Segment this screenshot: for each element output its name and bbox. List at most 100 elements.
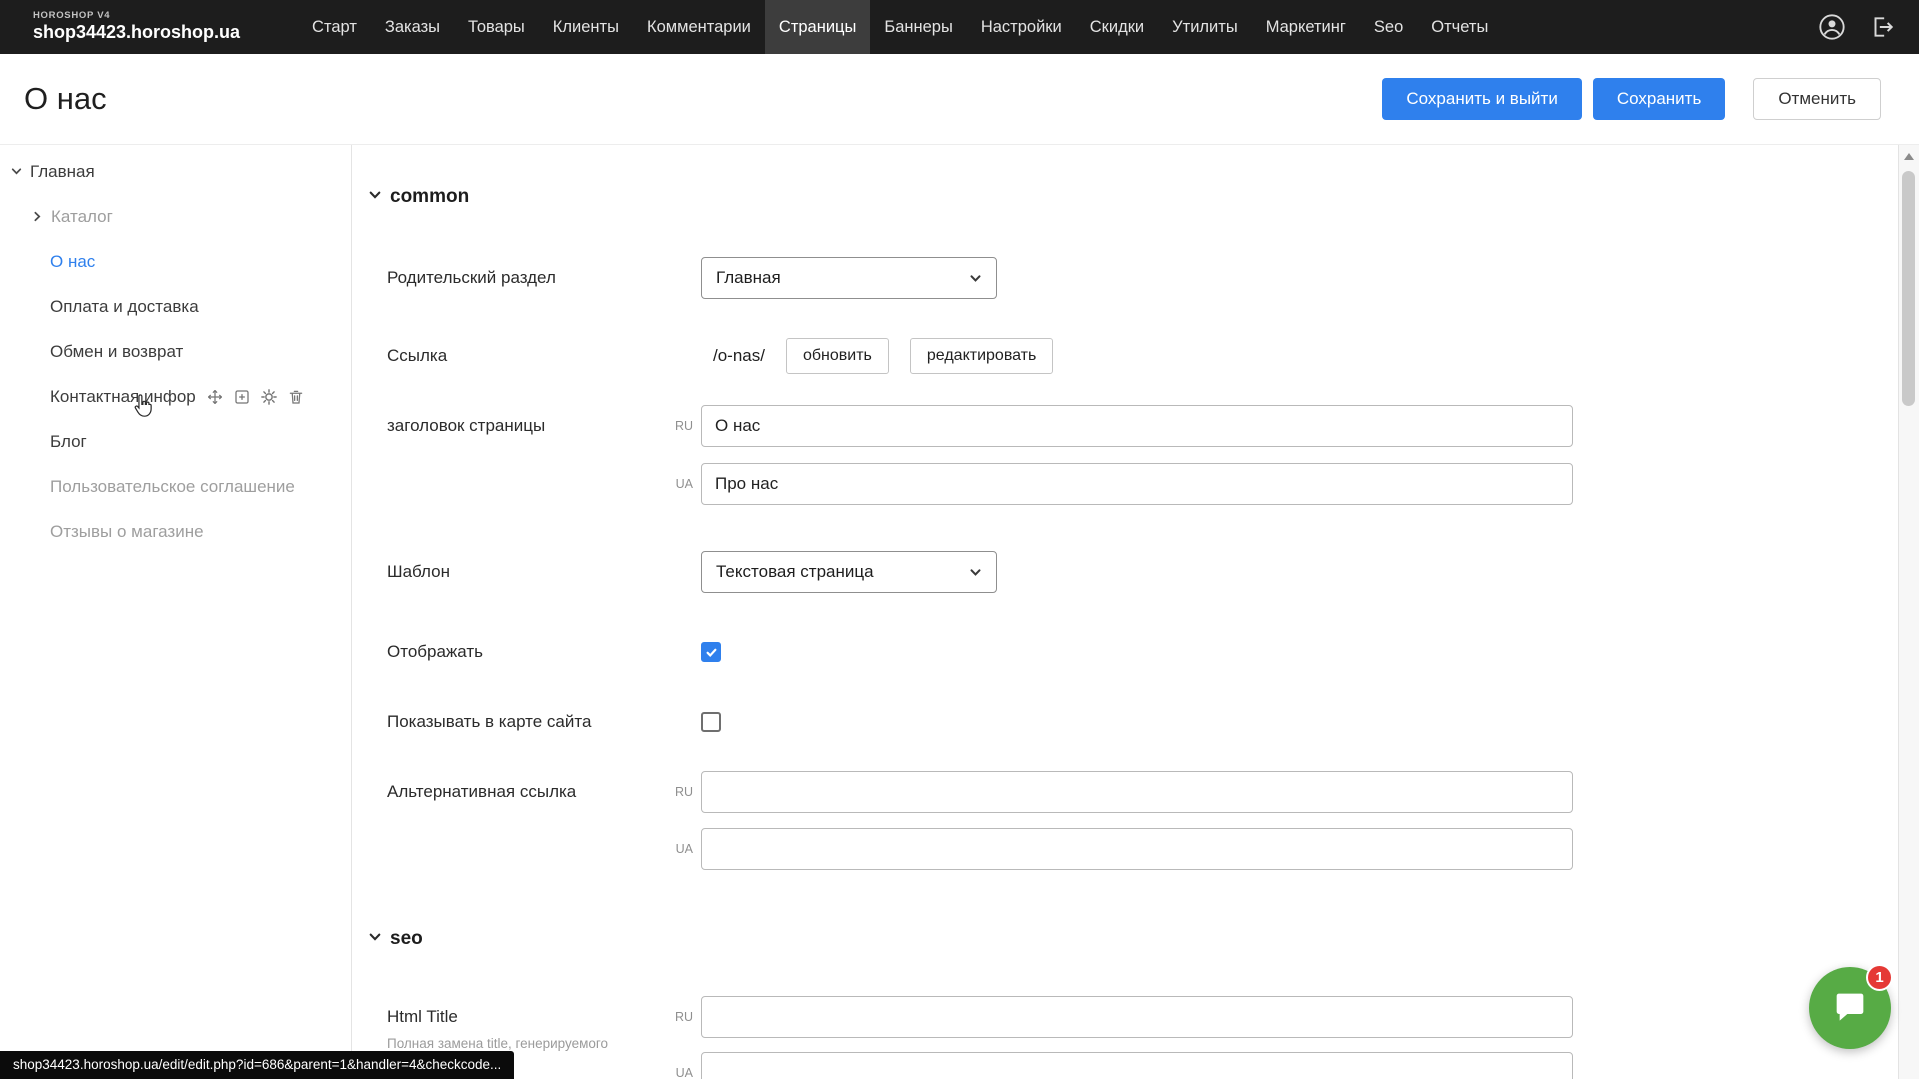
logout-icon[interactable] xyxy=(1867,12,1897,42)
chat-unread-badge: 1 xyxy=(1866,964,1893,991)
nav-seo[interactable]: Seo xyxy=(1360,0,1417,54)
header-actions: Сохранить и выйти Сохранить Отменить xyxy=(1382,78,1881,120)
sitemap-checkbox[interactable] xyxy=(701,712,721,732)
sidebar-item-user-agreement[interactable]: Пользовательское соглашение xyxy=(0,464,351,509)
nav-start[interactable]: Старт xyxy=(298,0,371,54)
chevron-down-icon xyxy=(969,566,982,579)
link-path-text: /o-nas/ xyxy=(713,346,765,366)
body: Главная Каталог О нас Оплата и доставка … xyxy=(0,144,1919,1079)
nav-orders[interactable]: Заказы xyxy=(371,0,454,54)
field-label: Альтернативная ссылка xyxy=(387,771,701,813)
page-title-ru-input[interactable] xyxy=(701,405,1573,447)
field-hint: Полная замена title, генерируемого xyxy=(387,1036,701,1052)
nav-banners[interactable]: Баннеры xyxy=(870,0,966,54)
nav-comments[interactable]: Комментарии xyxy=(633,0,765,54)
sidebar-item-label: Отзывы о магазине xyxy=(50,522,204,542)
input-line-ua: UA xyxy=(701,828,1573,870)
link-edit-button[interactable]: редактировать xyxy=(910,338,1053,374)
save-and-exit-button[interactable]: Сохранить и выйти xyxy=(1382,78,1581,120)
brand-domain: shop34423.horoshop.ua xyxy=(33,22,240,43)
field-label: Html Title xyxy=(387,996,701,1038)
html-title-inputs: RU UA xyxy=(701,996,1573,1079)
page-title: О нас xyxy=(24,81,107,117)
field-label: Показывать в карте сайта xyxy=(387,701,701,743)
chevron-right-icon[interactable] xyxy=(31,210,44,223)
link-refresh-button[interactable]: обновить xyxy=(786,338,889,374)
nav-clients[interactable]: Клиенты xyxy=(539,0,633,54)
nav-marketing[interactable]: Маркетинг xyxy=(1252,0,1360,54)
template-select[interactable]: Текстовая страница xyxy=(701,551,997,593)
nav-pages[interactable]: Страницы xyxy=(765,0,870,54)
sidebar-item-contact-info[interactable]: Контактная инфор xyxy=(0,374,351,419)
checkbox-wrap xyxy=(701,631,721,673)
form-row-html-title: Html Title Полная замена title, генериру… xyxy=(387,996,1898,1079)
checkbox-wrap xyxy=(701,701,721,743)
sidebar-item-exchange-return[interactable]: Обмен и возврат xyxy=(0,329,351,374)
section-common-header[interactable]: common xyxy=(368,185,1898,209)
brand[interactable]: HOROSHOP V4 shop34423.horoshop.ua xyxy=(33,11,240,43)
sidebar-item-label: Обмен и возврат xyxy=(50,342,183,362)
alt-link-ua-input[interactable] xyxy=(701,828,1573,870)
link-controls: /o-nas/ обновить редактировать xyxy=(701,335,1053,377)
input-line-ua: UA xyxy=(701,1052,1573,1079)
nav-discounts[interactable]: Скидки xyxy=(1076,0,1158,54)
section-title: common xyxy=(390,186,469,208)
input-line-ua: UA xyxy=(701,463,1573,505)
html-title-ua-input[interactable] xyxy=(701,1052,1573,1079)
nav-utilities[interactable]: Утилиты xyxy=(1158,0,1252,54)
page-title-ua-input[interactable] xyxy=(701,463,1573,505)
form-row-link: Ссылка /o-nas/ обновить редактировать xyxy=(387,335,1898,377)
select-value: Главная xyxy=(716,268,781,288)
page-header: О нас Сохранить и выйти Сохранить Отмени… xyxy=(0,54,1919,144)
nav-settings[interactable]: Настройки xyxy=(967,0,1076,54)
scrollbar-thumb[interactable] xyxy=(1902,171,1915,406)
nav-products[interactable]: Товары xyxy=(454,0,539,54)
delete-trash-icon[interactable] xyxy=(287,388,305,406)
section-seo-header[interactable]: seo xyxy=(368,927,1898,951)
topbar: HOROSHOP V4 shop34423.horoshop.ua Старт … xyxy=(0,0,1919,54)
account-icon[interactable] xyxy=(1817,12,1847,42)
settings-gear-icon[interactable] xyxy=(260,388,278,406)
cancel-button[interactable]: Отменить xyxy=(1753,78,1881,120)
save-button[interactable]: Сохранить xyxy=(1593,78,1725,120)
field-label: заголовок страницы xyxy=(387,405,701,447)
tree-item-actions xyxy=(206,388,305,406)
html-title-ru-input[interactable] xyxy=(701,996,1573,1038)
lang-badge-ua: UA xyxy=(659,842,693,856)
page-edit-form: common Родительский раздел Главная Ссылк… xyxy=(352,145,1898,1079)
status-url-tooltip: shop34423.horoshop.ua/edit/edit.php?id=6… xyxy=(0,1051,514,1079)
nav-reports[interactable]: Отчеты xyxy=(1417,0,1502,54)
field-label: Шаблон xyxy=(387,551,701,593)
form-row-display: Отображать xyxy=(387,631,1898,673)
chevron-down-icon xyxy=(368,928,382,950)
field-label: Ссылка xyxy=(387,335,701,377)
top-nav: Старт Заказы Товары Клиенты Комментарии … xyxy=(298,0,1502,54)
sidebar-item-store-reviews[interactable]: Отзывы о магазине xyxy=(0,509,351,554)
sidebar-item-label: Контактная инфор xyxy=(50,387,196,407)
sidebar-item-home[interactable]: Главная xyxy=(0,149,351,194)
chevron-down-icon xyxy=(969,272,982,285)
add-page-icon[interactable] xyxy=(233,388,251,406)
form-row-alt-link: Альтернативная ссылка RU UA xyxy=(387,771,1898,870)
sidebar-item-blog[interactable]: Блог xyxy=(0,419,351,464)
move-icon[interactable] xyxy=(206,388,224,406)
parent-section-select[interactable]: Главная xyxy=(701,257,997,299)
chat-launcher-button[interactable]: 1 xyxy=(1809,967,1891,1049)
pages-tree-sidebar: Главная Каталог О нас Оплата и доставка … xyxy=(0,145,352,1079)
sidebar-item-about[interactable]: О нас xyxy=(0,239,351,284)
lang-badge-ru: RU xyxy=(659,419,693,433)
alt-link-ru-input[interactable] xyxy=(701,771,1573,813)
chevron-down-icon[interactable] xyxy=(10,165,23,178)
chat-bubble-icon xyxy=(1830,988,1870,1028)
form-row-parent-section: Родительский раздел Главная xyxy=(387,257,1898,299)
lang-badge-ua: UA xyxy=(659,1066,693,1079)
scrollbar-up-arrow[interactable] xyxy=(1904,153,1914,160)
lang-badge-ru: RU xyxy=(659,1010,693,1024)
display-checkbox[interactable] xyxy=(701,642,721,662)
vertical-scrollbar[interactable] xyxy=(1898,145,1919,1079)
sidebar-item-payment-delivery[interactable]: Оплата и доставка xyxy=(0,284,351,329)
sidebar-item-catalog[interactable]: Каталог xyxy=(0,194,351,239)
sidebar-item-label: Главная xyxy=(30,162,95,182)
lang-badge-ua: UA xyxy=(659,477,693,491)
lang-badge-ru: RU xyxy=(659,785,693,799)
